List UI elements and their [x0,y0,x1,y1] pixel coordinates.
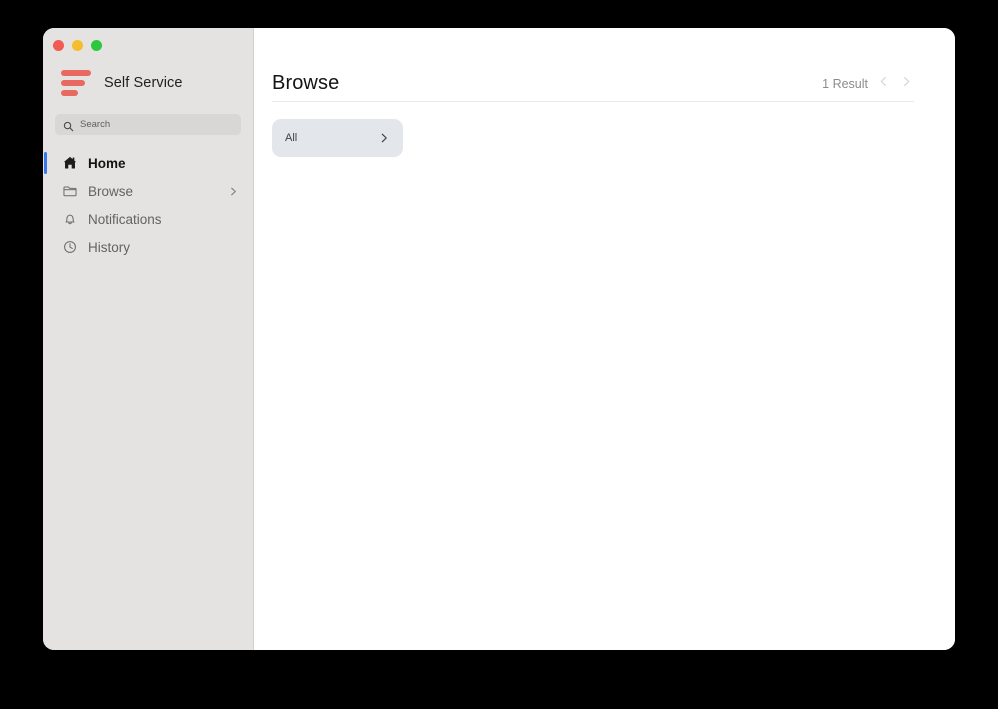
sidebar-item-history[interactable]: History [43,233,253,261]
chevron-right-icon [377,132,390,145]
clock-icon [61,239,78,256]
search-field[interactable] [55,114,241,135]
content-header: Browse 1 Result [272,73,914,102]
sidebar-item-label: Home [88,155,126,171]
sidebar-item-label: Browse [88,183,134,199]
maximize-window-button[interactable] [91,40,102,51]
main-content: Browse 1 Result All [254,28,955,650]
sidebar-nav: Home Browse Notifications History [43,149,253,261]
close-window-button[interactable] [53,40,64,51]
page-title: Browse [272,72,340,94]
search-input[interactable] [80,119,233,130]
browse-card-list: All [272,119,914,157]
app-title: Self Service [104,75,183,91]
result-count: 1 Result [822,76,868,91]
desktop-background: Self Service Search Home Browse Notifica… [0,0,998,709]
sidebar-item-notifications[interactable]: Notifications [43,205,253,233]
sidebar: Self Service Search Home Browse Notifica… [43,28,254,650]
self-service-window: Self Service Search Home Browse Notifica… [43,28,955,650]
app-brand: Self Service [43,54,253,100]
sidebar-item-home[interactable]: Home [43,149,253,177]
header-controls: 1 Result [822,76,914,93]
chevron-right-icon [900,75,913,93]
browse-card-all[interactable]: All [272,119,403,157]
chevron-left-icon [877,75,890,93]
three-bars-logo-icon [61,69,91,97]
pager-previous-button[interactable] [876,76,891,91]
chevron-right-icon[interactable] [227,185,239,197]
active-indicator [44,152,47,174]
house-icon [61,155,78,172]
minimize-window-button[interactable] [72,40,83,51]
sidebar-item-label: Notifications [88,211,162,227]
bell-icon [61,211,78,228]
folder-icon [61,183,78,200]
browse-card-label: All [285,132,298,144]
sidebar-item-label: History [88,239,131,255]
sidebar-item-browse[interactable]: Browse [43,177,253,205]
window-traffic-lights [43,28,253,54]
search-icon [63,119,74,132]
pager-next-button[interactable] [899,76,914,91]
